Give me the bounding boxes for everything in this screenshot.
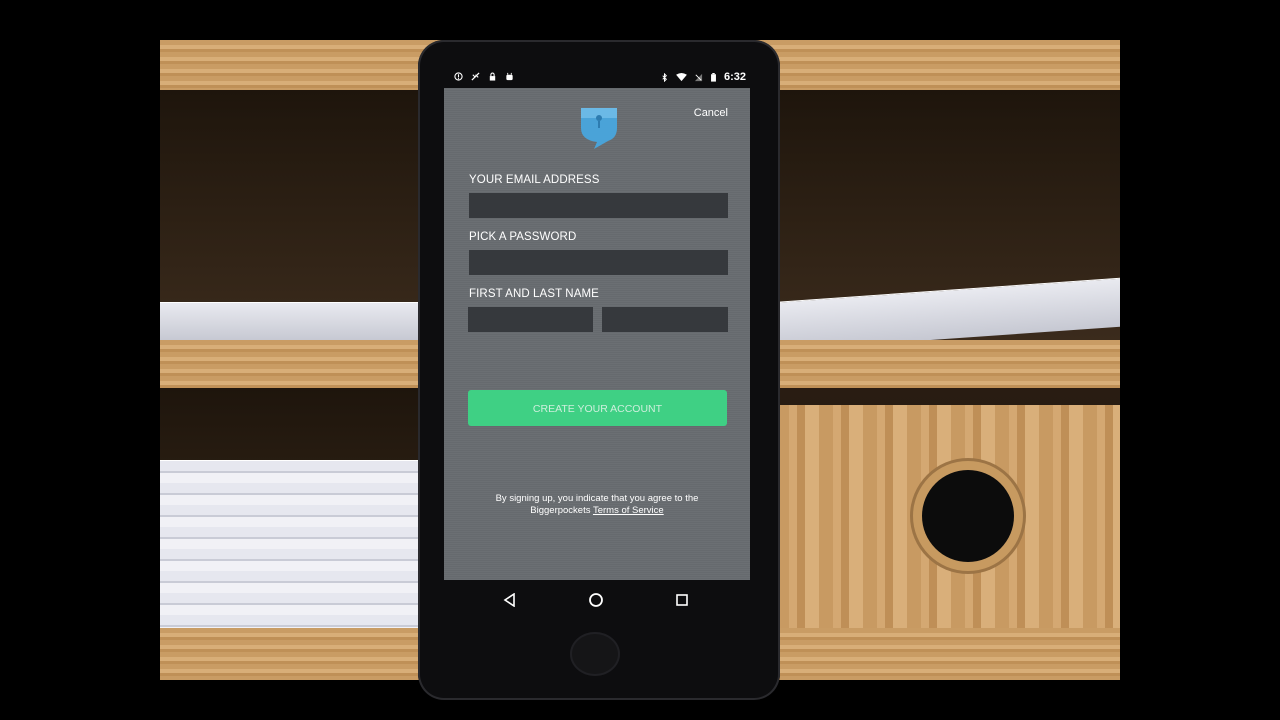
android-nav-bar xyxy=(444,580,750,620)
status-time: 6:32 xyxy=(723,71,746,83)
last-name-field[interactable] xyxy=(602,307,728,332)
physical-home-button[interactable] xyxy=(570,632,620,676)
alert-icon xyxy=(454,72,463,81)
wifi-icon xyxy=(676,72,687,81)
email-field[interactable] xyxy=(469,193,728,218)
battery-icon xyxy=(711,72,716,82)
terms-of-service-link[interactable]: Terms of Service xyxy=(593,505,664,516)
paper-stack-lower-left xyxy=(160,460,420,631)
home-icon[interactable] xyxy=(584,588,608,612)
cancel-button[interactable]: Cancel xyxy=(694,107,728,119)
terms-line1: By signing up, you indicate that you agr… xyxy=(495,493,699,504)
sync-disabled-icon xyxy=(471,72,480,81)
status-bar: 6:32 xyxy=(444,68,750,88)
password-label: PICK A PASSWORD xyxy=(469,231,577,243)
android-icon xyxy=(506,72,513,81)
recents-icon[interactable] xyxy=(670,588,694,612)
bluetooth-icon xyxy=(662,72,667,82)
status-right-icons: 6:32 xyxy=(660,71,746,83)
back-icon[interactable] xyxy=(498,588,522,612)
email-label: YOUR EMAIL ADDRESS xyxy=(469,174,600,186)
biggerpockets-logo-icon xyxy=(581,108,617,149)
drawer-hole xyxy=(922,470,1014,562)
status-left-icons xyxy=(454,72,514,81)
terms-line2: Biggerpockets Terms of Service xyxy=(444,505,750,517)
create-account-button[interactable]: CREATE YOUR ACCOUNT xyxy=(468,390,727,426)
name-label: FIRST AND LAST NAME xyxy=(469,288,599,300)
no-signal-icon xyxy=(694,73,703,81)
terms-notice: By signing up, you indicate that you agr… xyxy=(444,493,750,517)
password-field[interactable] xyxy=(469,250,728,275)
terms-prefix: Biggerpockets xyxy=(530,505,591,516)
signup-screen: Cancel YOUR EMAIL ADDRESS PICK A PASSWOR… xyxy=(444,88,750,580)
first-name-field[interactable] xyxy=(468,307,593,332)
lock-icon xyxy=(489,72,496,81)
paper-stack-upper-left xyxy=(160,302,430,341)
